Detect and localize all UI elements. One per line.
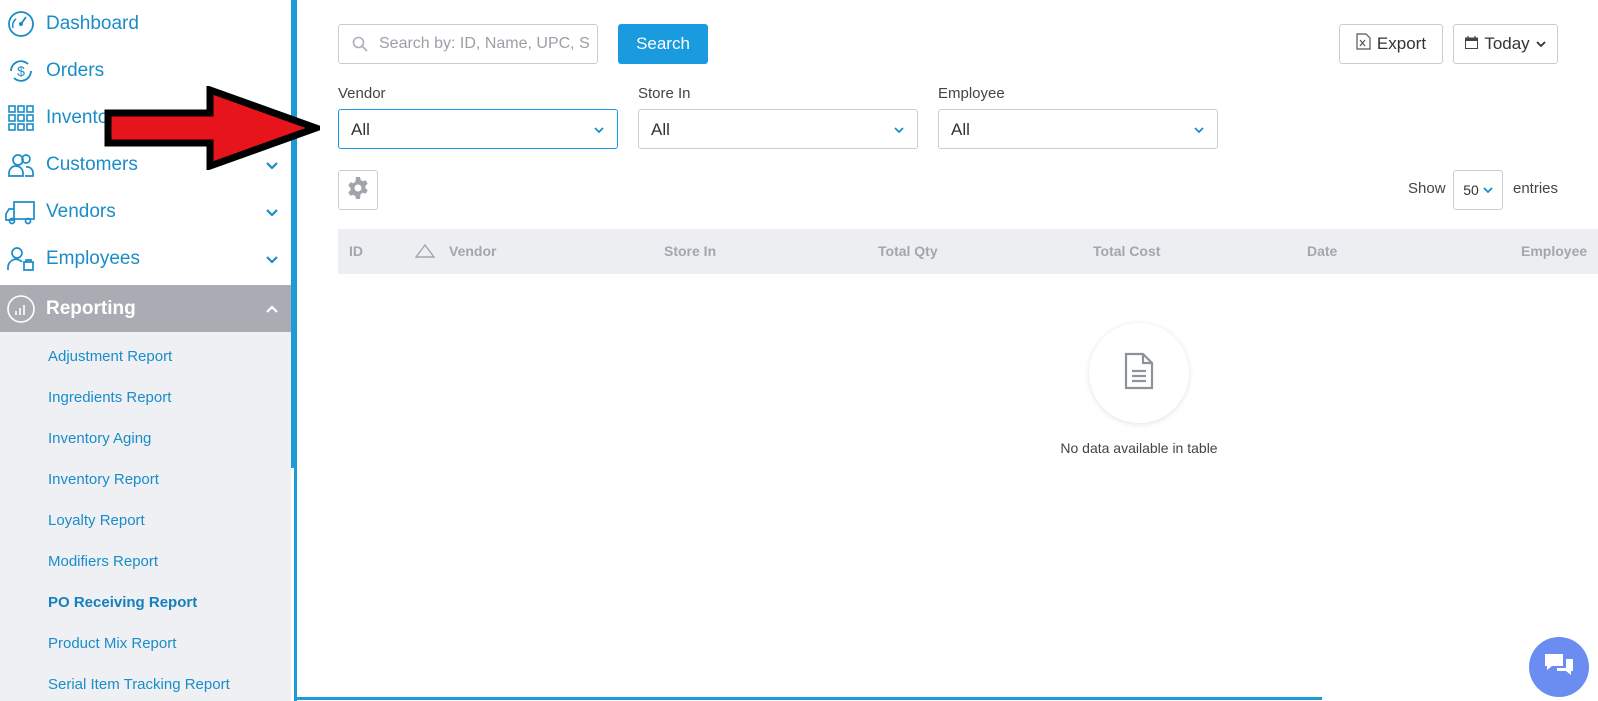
chat-bubbles-icon (1543, 651, 1575, 684)
nav-employees[interactable]: Employees (0, 235, 291, 282)
search-button[interactable]: Search (618, 24, 708, 64)
empty-state-badge (1089, 323, 1189, 423)
employee-select-value: All (951, 120, 970, 139)
submenu-inventory-aging[interactable]: Inventory Aging (48, 430, 151, 447)
date-range-dropdown[interactable]: Today (1453, 24, 1558, 64)
chevron-down-icon (1193, 123, 1205, 141)
chevron-down-icon (593, 123, 605, 141)
submenu-ingredients-report[interactable]: Ingredients Report (48, 389, 171, 406)
column-header-employee[interactable]: Employee (1521, 243, 1587, 259)
entries-suffix-label: entries (1513, 180, 1559, 197)
entries-count: 50 (1463, 182, 1479, 198)
column-header-date[interactable]: Date (1307, 243, 1337, 259)
show-entries-label: Show (1408, 180, 1446, 197)
gear-icon (346, 176, 370, 205)
truck-icon (5, 196, 37, 228)
nav-label: Employees (46, 247, 140, 269)
sort-icon[interactable] (414, 243, 436, 263)
chevron-down-icon[interactable] (264, 251, 280, 267)
employee-filter-label: Employee (938, 85, 1005, 102)
column-header-store-in[interactable]: Store In (664, 243, 716, 259)
submenu-inventory-report[interactable]: Inventory Report (48, 471, 159, 488)
vendor-filter-label: Vendor (338, 85, 386, 102)
date-range-label: Today (1484, 34, 1530, 53)
submenu-product-mix-report[interactable]: Product Mix Report (48, 635, 176, 652)
excel-file-icon (1356, 33, 1371, 55)
submenu-modifiers-report[interactable]: Modifiers Report (48, 553, 158, 570)
empty-table-message: No data available in table (1060, 440, 1218, 456)
employee-select[interactable]: All (938, 109, 1218, 149)
chevron-down-icon (893, 123, 905, 141)
sidebar-divider (294, 468, 297, 701)
calendar-icon (1465, 34, 1479, 54)
chevron-up-icon[interactable] (264, 301, 280, 317)
nav-dashboard[interactable]: Dashboard (0, 0, 291, 47)
chevron-down-icon[interactable] (264, 204, 280, 220)
column-header-total-cost[interactable]: Total Cost (1093, 243, 1160, 259)
nav-label: Dashboard (46, 12, 139, 34)
users-icon (5, 149, 37, 181)
submenu-serial-item-tracking-report[interactable]: Serial Item Tracking Report (48, 676, 230, 693)
nav-label: Vendors (46, 200, 116, 222)
dashboard-icon (5, 8, 37, 40)
grid-icon (5, 102, 37, 134)
search-input[interactable] (379, 25, 593, 63)
chat-widget-button[interactable] (1529, 637, 1589, 697)
sidebar-scrollbar[interactable] (291, 0, 297, 468)
column-settings-button[interactable] (338, 170, 378, 210)
store-select[interactable]: All (638, 109, 918, 149)
document-icon (1124, 352, 1154, 395)
reporting-submenu: Adjustment Report Ingredients Report Inv… (0, 332, 291, 701)
search-box[interactable] (338, 24, 598, 64)
entries-per-page-select[interactable]: 50 (1453, 170, 1503, 210)
nav-label: Orders (46, 59, 105, 81)
store-filter-label: Store In (638, 85, 691, 102)
export-label: Export (1376, 34, 1427, 53)
submenu-adjustment-report[interactable]: Adjustment Report (48, 348, 172, 365)
column-header-total-qty[interactable]: Total Qty (878, 243, 938, 259)
report-chart-icon (5, 293, 37, 325)
svg-text:$: $ (17, 63, 25, 79)
store-select-value: All (651, 120, 670, 139)
employee-icon (5, 243, 37, 275)
column-header-vendor[interactable]: Vendor (449, 243, 496, 259)
export-button[interactable]: Export (1339, 24, 1443, 64)
vendor-select-value: All (351, 120, 370, 139)
submenu-po-receiving-report[interactable]: PO Receiving Report (48, 594, 197, 611)
dollar-refresh-icon: $ (5, 55, 37, 87)
red-arrow-annotation (104, 86, 320, 170)
submenu-loyalty-report[interactable]: Loyalty Report (48, 512, 145, 529)
vendor-select[interactable]: All (338, 109, 618, 149)
chevron-down-icon (1536, 34, 1546, 54)
nav-reporting[interactable]: Reporting (0, 285, 291, 332)
table-header: ID Vendor Store In Total Qty Total Cost … (338, 229, 1598, 274)
search-icon (352, 36, 368, 57)
chevron-down-icon (1483, 182, 1493, 198)
content-bottom-border (294, 697, 1322, 700)
nav-label: Reporting (46, 297, 136, 319)
nav-vendors[interactable]: Vendors (0, 188, 291, 235)
column-header-id[interactable]: ID (349, 243, 363, 259)
